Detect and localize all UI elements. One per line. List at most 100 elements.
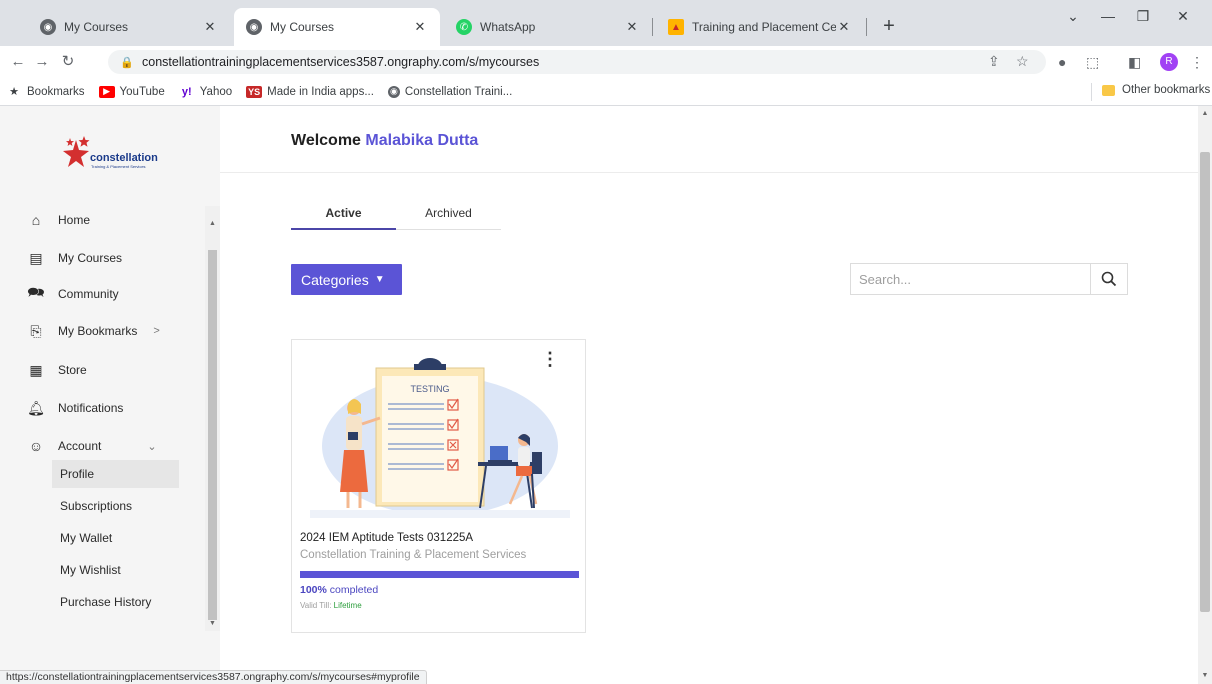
validity-text: Valid Till: Lifetime <box>300 601 362 610</box>
globe-icon: ◉ <box>387 85 400 98</box>
sidebar-item-label: My Courses <box>58 251 123 265</box>
progress-fill <box>300 571 579 578</box>
tab-separator <box>652 18 653 36</box>
tab-title: Training and Placement Cell <box>692 20 836 34</box>
sidebar-sub-purchase-history[interactable]: Purchase History <box>52 588 179 616</box>
course-title[interactable]: 2024 IEM Aptitude Tests 031225A <box>300 532 473 544</box>
sidebar-item-label: Account <box>58 439 102 453</box>
close-icon[interactable]: ✕ <box>412 19 428 35</box>
progress-suffix: completed <box>326 584 379 596</box>
sidebar-item-label: Notifications <box>58 401 124 415</box>
reload-icon[interactable]: ↻ <box>58 52 78 72</box>
bookmark-made-in-india[interactable]: YS Made in India apps... <box>246 85 374 98</box>
welcome-heading: Welcome Malabika Dutta <box>291 132 478 150</box>
page-scroll-thumb[interactable] <box>1200 152 1210 612</box>
sidebar-item-label: Home <box>58 213 91 227</box>
page: constellation Training & Placement Servi… <box>0 106 1198 684</box>
course-card[interactable]: TESTING ⋮ 2024 IEM Aptitude Tests 031225… <box>291 339 586 633</box>
address-bar[interactable]: 🔒 constellationtrainingplacementservices… <box>108 50 1046 74</box>
sidebar-nav: ⌂ Home ▤ My Courses 🗪 Community ⎘ My Boo… <box>0 202 205 632</box>
close-icon[interactable]: ✕ <box>836 19 852 35</box>
close-icon[interactable]: ✕ <box>624 19 640 35</box>
constellation-logo[interactable]: constellation Training & Placement Servi… <box>60 134 170 178</box>
browser-tab-1[interactable]: ◉ My Courses ✕ <box>28 8 230 46</box>
other-bookmarks-label: Other bookmarks <box>1122 84 1211 96</box>
forward-icon[interactable]: → <box>32 52 52 72</box>
sidebar-item-community[interactable]: 🗪 Community <box>26 284 119 304</box>
url-text: constellationtrainingplacementservices35… <box>142 55 540 69</box>
bookmark-yahoo[interactable]: y! Yahoo <box>179 86 232 98</box>
puzzle-icon[interactable]: ⬚ <box>1086 54 1099 71</box>
sidebar-item-home[interactable]: ⌂ Home <box>26 210 90 230</box>
search-button[interactable] <box>1090 264 1127 294</box>
close-icon[interactable]: ✕ <box>202 19 218 35</box>
status-bar-url: https://constellationtrainingplacementse… <box>0 670 427 684</box>
sidebar-sub-subscriptions[interactable]: Subscriptions <box>52 492 179 520</box>
scroll-down-icon[interactable]: ▼ <box>205 620 220 627</box>
bookmark-label: Bookmarks <box>27 85 85 98</box>
valid-prefix: Valid Till: <box>300 601 334 610</box>
bookmark-label: Made in India apps... <box>267 85 374 98</box>
other-bookmarks[interactable]: Other bookmarks <box>1102 84 1210 96</box>
sidebar-item-my-courses[interactable]: ▤ My Courses <box>26 248 122 268</box>
extension-icon[interactable]: ● <box>1058 54 1066 70</box>
star-icon: ★ <box>9 86 19 98</box>
progress-text: 100% completed <box>300 584 378 596</box>
tab-search-icon[interactable]: ⌄ <box>1055 8 1091 25</box>
sidebar-item-my-bookmarks[interactable]: ⎘ My Bookmarks > <box>26 321 160 341</box>
welcome-prefix: Welcome <box>291 132 361 149</box>
side-panel-icon[interactable]: ◧ <box>1128 54 1141 71</box>
illustration-label: TESTING <box>410 384 449 394</box>
sidebar-sub-my-wishlist[interactable]: My Wishlist <box>52 556 179 584</box>
back-icon[interactable]: ← <box>8 52 28 72</box>
sidebar-scroll-thumb[interactable] <box>208 250 217 620</box>
sidebar-sub-profile[interactable]: Profile <box>52 460 179 488</box>
store-icon: ▦ <box>29 361 43 378</box>
yahoo-icon: y! <box>181 85 192 98</box>
browser-tab-3[interactable]: ✆ WhatsApp ✕ <box>444 8 652 46</box>
page-scrollbar[interactable]: ▲ ▼ <box>1198 106 1212 684</box>
window-close-icon[interactable]: ✕ <box>1165 8 1201 25</box>
new-tab-button[interactable]: + <box>876 14 902 40</box>
bookmark-label: Yahoo <box>199 85 233 98</box>
chevron-down-icon: ⌄ <box>147 440 157 453</box>
site-icon: ▲ <box>668 19 684 35</box>
sidebar-sub-my-wallet[interactable]: My Wallet <box>52 524 179 552</box>
star-icon[interactable]: ☆ <box>1016 53 1029 70</box>
tab-title: My Courses <box>270 20 335 34</box>
card-menu-icon[interactable]: ⋮ <box>541 350 559 368</box>
bookmarks-item[interactable]: ★ Bookmarks <box>6 85 85 99</box>
bookmarks-divider <box>1091 83 1092 101</box>
account-icon: ☺ <box>28 438 44 454</box>
course-org: Constellation Training & Placement Servi… <box>300 549 527 561</box>
whatsapp-icon: ✆ <box>456 19 472 35</box>
caret-down-icon: ▼ <box>374 274 385 285</box>
header-divider <box>220 172 1198 173</box>
browser-tab-4[interactable]: ▲ Training and Placement Cell ✕ <box>656 8 864 46</box>
sidebar-item-store[interactable]: ▦ Store <box>26 360 86 380</box>
sidebar-item-notifications[interactable]: 🔔︎ Notifications <box>26 398 123 418</box>
bookmark-constellation[interactable]: ◉ Constellation Traini... <box>387 85 512 98</box>
globe-icon: ◉ <box>246 19 262 35</box>
scroll-up-icon[interactable]: ▲ <box>1198 110 1212 117</box>
browser-tab-2[interactable]: ◉ My Courses ✕ <box>234 8 440 46</box>
categories-button[interactable]: Categories ▼ <box>291 264 402 295</box>
youtube-icon: ▶ <box>98 85 115 98</box>
sidebar-scrollbar[interactable]: ▲ ▼ <box>205 206 220 631</box>
search-input[interactable] <box>851 264 1091 294</box>
sidebar-item-account[interactable]: ☺ Account ⌄ <box>26 436 157 456</box>
home-icon: ⌂ <box>31 212 41 228</box>
sidebar-item-label: Community <box>58 287 119 301</box>
restore-icon[interactable]: ❐ <box>1125 8 1161 25</box>
profile-avatar[interactable]: R <box>1160 53 1178 71</box>
minimize-icon[interactable]: — <box>1090 8 1126 24</box>
tab-archived[interactable]: Archived <box>396 200 501 230</box>
menu-icon[interactable]: ⋮ <box>1190 54 1204 71</box>
chevron-right-icon: > <box>153 325 160 337</box>
scroll-down-icon[interactable]: ▼ <box>1198 672 1212 679</box>
tab-active[interactable]: Active <box>291 200 396 230</box>
search-icon <box>1101 271 1117 287</box>
share-icon[interactable]: ⇪ <box>988 53 1000 70</box>
bookmark-youtube[interactable]: ▶ YouTube <box>98 85 165 98</box>
scroll-up-icon[interactable]: ▲ <box>205 220 220 227</box>
